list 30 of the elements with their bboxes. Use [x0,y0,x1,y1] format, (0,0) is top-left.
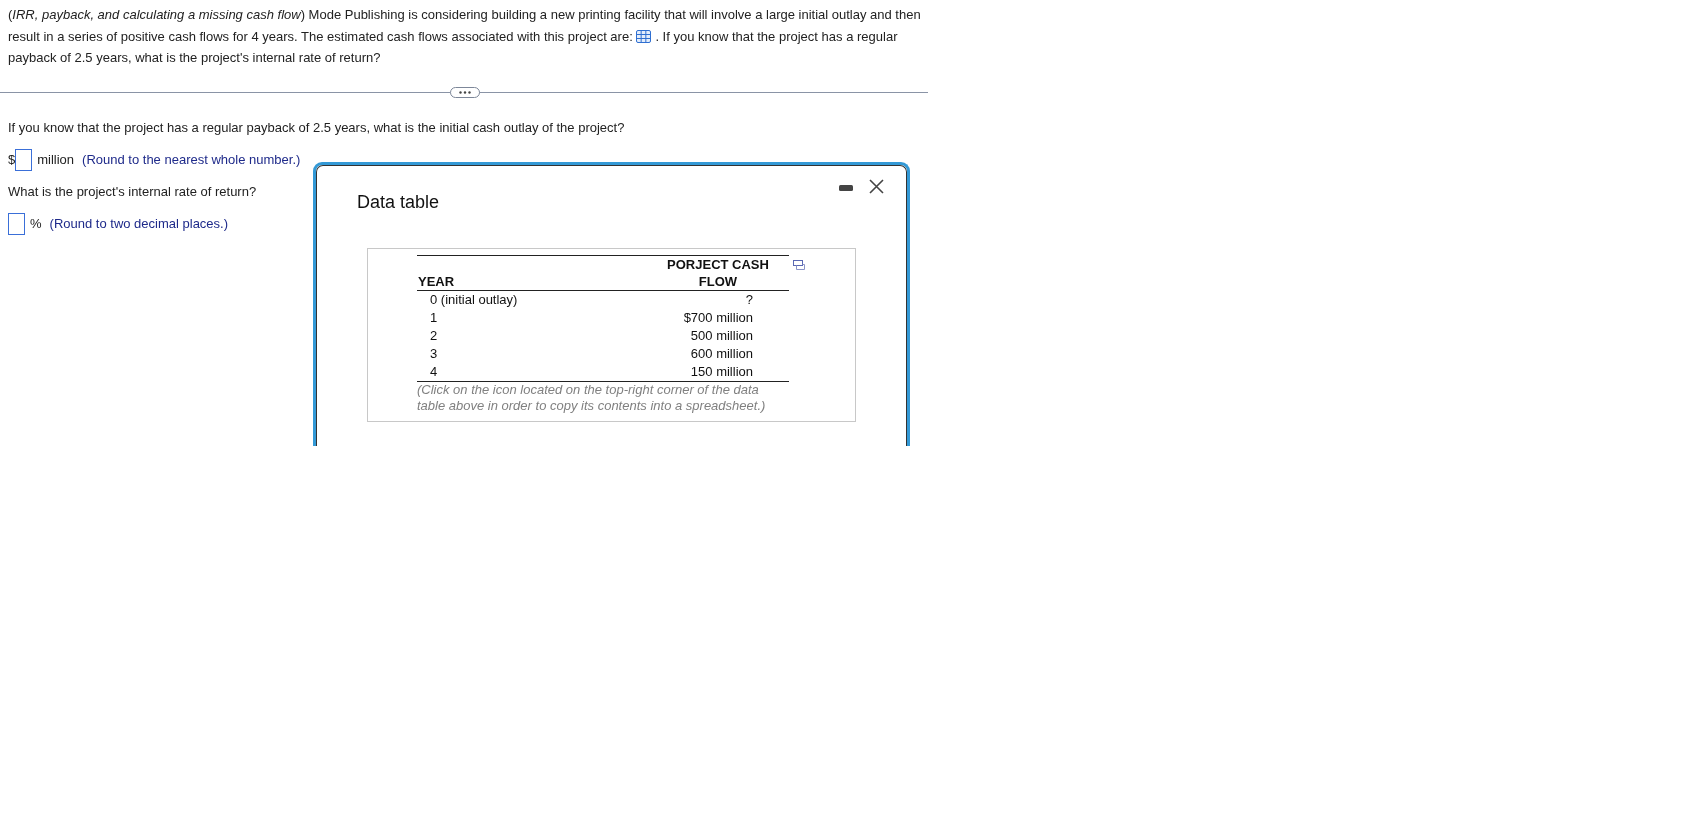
answer-field[interactable] [8,212,25,235]
currency-symbol: $ [8,150,16,169]
minimize-icon[interactable] [839,185,853,191]
table-cell-text: 3 [429,345,438,363]
table-cell-text: 0 (initial outlay) [429,291,518,309]
table-cell-text: 1 [429,309,438,327]
column-header: PORJECT CASH FLOW [666,256,770,290]
rounding-hint: (Round to two decimal places.) [49,214,229,233]
table-cell-text: 4 [429,363,438,381]
table-cell-text: 500 million [690,327,754,345]
question-prompt: What is the project's internal rate of return? [8,182,257,201]
table-cell-text: $700 million [683,309,754,327]
copy-icon[interactable] [793,260,805,270]
unit-label: million [37,150,75,169]
question-prompt: If you know that the project has a regular payback of 2.5 years, what is the initial cash outlay of the project? [8,118,625,137]
table-icon[interactable] [636,29,652,43]
table-cell-text: 150 million [690,363,754,381]
answer-field[interactable] [15,148,33,171]
problem-statement: (IRR, payback, and calculating a missing cash flow) Mode Publishing is considering building a new printing facility that will involve a large initial outlay and then result in a series of positive cash flows for 4 years. The estimated cash flows associated with this project are: . If you know that the project has a regular payback of 2.5 years, what is the project's internal rate of return? [8,6,922,67]
table-cell-text: 2 [429,327,438,345]
ellipsis-icon [459,90,471,94]
unit-label: % [30,214,42,233]
table-cell-text: 600 million [690,345,754,363]
rounding-hint: (Round to the nearest whole number.) [82,150,301,169]
close-icon[interactable] [869,179,884,194]
expand-button[interactable] [450,86,480,98]
column-header: YEAR [417,273,455,290]
dialog-title: Data table [357,191,440,213]
table-footnote: (Click on the icon located on the top-right corner of the data table above in order to copy its contents into a spreadsheet.) [417,382,767,414]
table-cell-text: ? [745,291,754,309]
